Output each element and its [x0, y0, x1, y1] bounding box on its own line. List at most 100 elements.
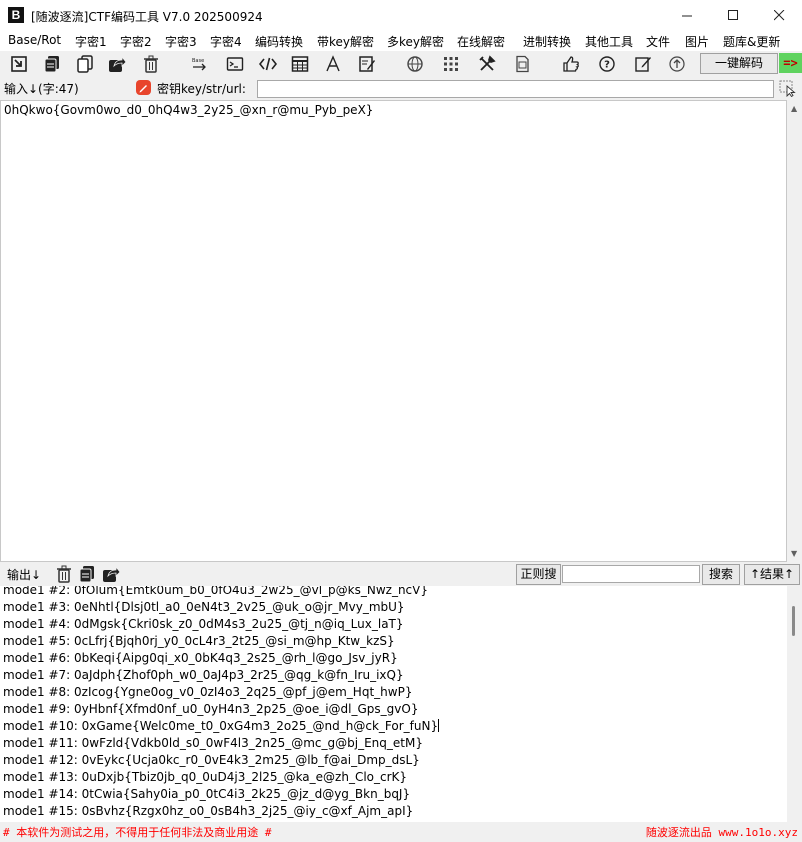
share-icon	[109, 55, 126, 72]
script-icon	[359, 56, 375, 72]
output-line: mode1 #4: 0dMgsk{Ckri0sk_z0_0dM4s3_2u25_…	[3, 617, 404, 631]
disclaimer-text: # 本软件为测试之用，不得用于任何非法及商业用途 #	[3, 826, 272, 839]
pointer-button[interactable]	[779, 80, 797, 98]
base-convert-button[interactable]: Base	[189, 54, 209, 74]
one-key-decode-button[interactable]: 一键解码	[700, 53, 778, 74]
menu-base-rot[interactable]: Base/Rot	[8, 33, 61, 47]
table-icon	[291, 56, 309, 72]
menu-online[interactable]: 在线解密	[457, 33, 505, 50]
help-icon: ?	[599, 56, 615, 72]
share-icon	[103, 565, 120, 582]
input-textarea[interactable]: 0hQkwo{Govm0wo_d0_0hQ4w3_2y25_@xn_r@mu_P…	[0, 100, 787, 562]
document-button[interactable]	[512, 54, 532, 74]
output-line: mode1 #15: 0sBvhz{Rzgx0hz_o0_0sB4h3_2j25…	[3, 804, 414, 818]
table-button[interactable]	[290, 54, 310, 74]
base-convert-icon: Base	[192, 58, 206, 71]
cursor-icon	[779, 80, 796, 98]
status-bar: # 本软件为测试之用，不得用于任何非法及商业用途 # 随波逐流出品 www.1o…	[0, 822, 802, 842]
maximize-button[interactable]	[710, 0, 756, 31]
code-button[interactable]	[258, 54, 278, 74]
search-input[interactable]	[562, 565, 700, 583]
key-pencil-icon[interactable]	[136, 80, 151, 95]
help-button[interactable]: ?	[597, 54, 617, 74]
output-list: mode1 #2: 0fOlum{Emtk0um_b0_0fO4u3_2w25_…	[3, 586, 440, 820]
output-textarea[interactable]: mode1 #2: 0fOlum{Emtk0um_b0_0fO4u3_2w25_…	[0, 586, 787, 822]
pencil-icon	[139, 85, 147, 93]
credit-text: 随波逐流出品 www.1o1o.xyz	[645, 826, 798, 839]
menu-cipher-1[interactable]: 字密1	[75, 33, 107, 50]
app-logo-icon: B	[8, 7, 24, 23]
font-icon	[326, 55, 340, 72]
output-line: mode1 #3: 0eNhtl{Dlsj0tl_a0_0eN4t3_2v25_…	[3, 600, 405, 614]
menu-multikey[interactable]: 多key解密	[387, 33, 444, 50]
output-clear-button[interactable]	[54, 564, 74, 584]
scroll-down-icon[interactable]: ▼	[791, 549, 797, 558]
output-line: mode1 #7: 0aJdph{Zhof0ph_w0_0aJ4p3_2r25_…	[3, 668, 404, 682]
output-line: mode1 #13: 0uDxjb{Tbiz0jb_q0_0uD4j3_2l25…	[3, 770, 408, 784]
menu-bar: Base/Rot 字密1 字密2 字密3 字密4 编码转换 带key解密 多ke…	[0, 31, 802, 51]
menu-cipher-3[interactable]: 字密3	[165, 33, 197, 50]
output-share-button[interactable]	[101, 564, 121, 584]
output-line: mode1 #12: 0vEykc{Ucja0kc_r0_0vE4k3_2m25…	[3, 753, 420, 767]
copy-stack-button[interactable]	[42, 54, 62, 74]
copy-button[interactable]	[75, 54, 95, 74]
svg-text:Base: Base	[192, 58, 204, 64]
menu-key-decrypt[interactable]: 带key解密	[317, 33, 374, 50]
menu-base-convert[interactable]: 进制转换	[523, 33, 571, 50]
minimize-button[interactable]	[664, 0, 710, 31]
regex-search-button[interactable]: 正则搜	[516, 564, 561, 585]
menu-file[interactable]: 文件	[646, 33, 670, 50]
import-button[interactable]	[9, 54, 29, 74]
result-toggle-button[interactable]: ↑结果↑	[744, 564, 800, 585]
clear-button[interactable]	[141, 54, 161, 74]
go-arrow-button[interactable]: =>	[779, 53, 802, 73]
menu-other-tools[interactable]: 其他工具	[585, 33, 633, 50]
grid-icon	[444, 57, 458, 71]
output-line-highlighted: mode1 #10: 0xGame{Welc0me_t0_0xG4m3_2o25…	[3, 718, 440, 735]
menu-image[interactable]: 图片	[685, 33, 709, 50]
globe-icon	[407, 56, 423, 72]
input-scrollbar[interactable]: ▲ ▼	[787, 100, 802, 562]
menu-update[interactable]: 题库&更新	[723, 33, 780, 50]
copy-icon	[77, 55, 93, 73]
document-icon	[516, 55, 529, 73]
window-title: [随波逐流]CTF编码工具 V7.0 202500924	[31, 10, 263, 24]
grid-button[interactable]	[441, 54, 461, 74]
search-button[interactable]: 搜索	[702, 564, 740, 585]
key-label: 密钥key/str/url:	[157, 82, 246, 96]
edit-button[interactable]	[633, 54, 653, 74]
trash-icon	[144, 55, 158, 73]
online-button[interactable]	[405, 54, 425, 74]
output-line: mode1 #5: 0cLfrj{Bjqh0rj_y0_0cL4r3_2t25_…	[3, 634, 395, 648]
svg-text:?: ?	[604, 60, 610, 71]
scrollbar-thumb[interactable]	[792, 606, 795, 636]
menu-cipher-2[interactable]: 字密2	[120, 33, 152, 50]
menu-encoding[interactable]: 编码转换	[255, 33, 303, 50]
code-icon	[259, 57, 277, 71]
share-button[interactable]	[107, 54, 127, 74]
scroll-up-icon[interactable]: ▲	[791, 104, 797, 113]
terminal-button[interactable]	[225, 54, 245, 74]
minimize-icon	[681, 15, 692, 17]
import-icon	[11, 56, 27, 72]
toolbar: Base ? 一键解码 =>	[0, 51, 802, 78]
input-label: 输入↓(字:47)	[4, 82, 79, 96]
menu-cipher-4[interactable]: 字密4	[210, 33, 242, 50]
tools-icon	[479, 55, 496, 71]
terminal-icon	[226, 57, 244, 71]
tools-button[interactable]	[477, 54, 497, 74]
script-button[interactable]	[357, 54, 377, 74]
title-bar: B [随波逐流]CTF编码工具 V7.0 202500924	[0, 0, 802, 31]
output-copy-button[interactable]	[77, 564, 97, 584]
copy-stack-icon	[79, 566, 94, 583]
output-label: 输出↓	[7, 568, 42, 582]
scroll-top-button[interactable]	[667, 54, 687, 74]
trash-icon	[57, 565, 71, 583]
font-button[interactable]	[323, 54, 343, 74]
maximize-icon	[727, 10, 738, 20]
output-scrollbar[interactable]	[787, 586, 802, 822]
key-input[interactable]	[257, 80, 774, 98]
text-caret	[438, 719, 440, 732]
close-button[interactable]	[756, 0, 802, 31]
like-button[interactable]	[561, 54, 581, 74]
